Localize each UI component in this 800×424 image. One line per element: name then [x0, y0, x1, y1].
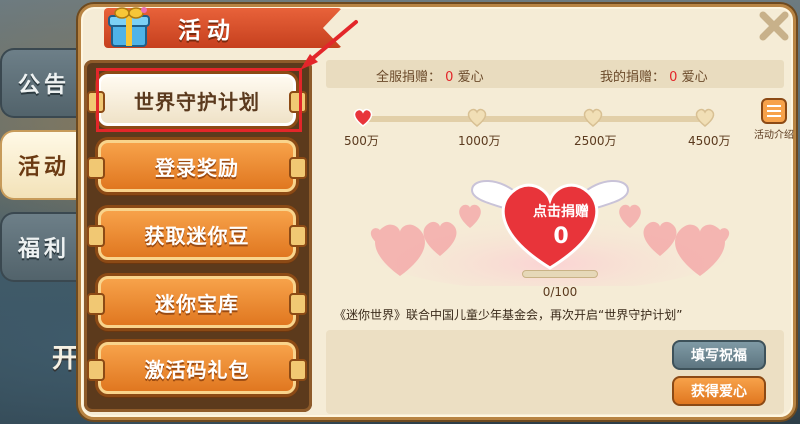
activity-description: 《迷你世界》联合中国儿童少年基金会，再次开启“世界守护计划” — [334, 308, 683, 322]
love-progress-text: 0/100 — [542, 285, 578, 299]
my-donation-value: 0 — [669, 70, 678, 85]
donate-count: 0 — [553, 224, 569, 249]
donation-stats: 全服捐赠： 0 爱心 我的捐赠： 0 爱心 — [326, 60, 784, 88]
menu-mini-treasury[interactable]: 迷你宝库 — [87, 276, 307, 328]
close-icon — [759, 11, 789, 41]
my-donation: 我的捐赠： 0 爱心 — [600, 66, 708, 85]
server-donation-label: 全服捐赠： — [376, 70, 442, 85]
tab-activity[interactable]: 活动 — [0, 130, 86, 200]
get-love-button[interactable]: 获得爱心 — [672, 376, 766, 406]
milestone-label: 500万 — [344, 134, 379, 148]
my-donation-label: 我的捐赠： — [600, 70, 666, 85]
milestone-heart-icon — [695, 108, 715, 127]
menu-login-reward[interactable]: 登录奖励 — [87, 140, 307, 192]
selection-highlight — [96, 68, 302, 132]
milestone-heart-icon — [353, 108, 373, 127]
milestone-progress-track — [360, 116, 710, 122]
milestone-label: 1000万 — [458, 134, 501, 148]
close-button[interactable] — [754, 6, 794, 46]
milestone-heart-icon — [583, 108, 603, 127]
tab-welfare[interactable]: 福利 — [0, 212, 86, 282]
server-donation-value: 0 — [445, 70, 454, 85]
server-donation-unit: 爱心 — [457, 70, 484, 85]
activity-intro-label: 活动介绍 — [754, 130, 794, 141]
menu-activation-code-gift[interactable]: 激活码礼包 — [87, 342, 307, 394]
donate-label[interactable]: 点击捐赠 — [517, 201, 605, 221]
tab-announcement[interactable]: 公告 — [0, 48, 86, 118]
write-blessing-button[interactable]: 填写祝福 — [672, 340, 766, 370]
gift-icon — [108, 7, 150, 47]
activity-intro-button[interactable]: 活动介绍 — [752, 98, 796, 150]
milestone-heart-icon — [467, 108, 487, 127]
love-progress-bar — [522, 270, 598, 278]
panel-title: 活动 — [178, 18, 236, 44]
background-text: 开 — [52, 344, 79, 374]
my-donation-unit: 爱心 — [681, 70, 708, 85]
menu-get-mini-beans[interactable]: 获取迷你豆 — [87, 208, 307, 260]
server-donation: 全服捐赠： 0 爱心 — [376, 66, 484, 85]
list-icon — [761, 98, 787, 124]
milestone-label: 2500万 — [574, 134, 617, 148]
milestone-label: 4500万 — [688, 134, 731, 148]
